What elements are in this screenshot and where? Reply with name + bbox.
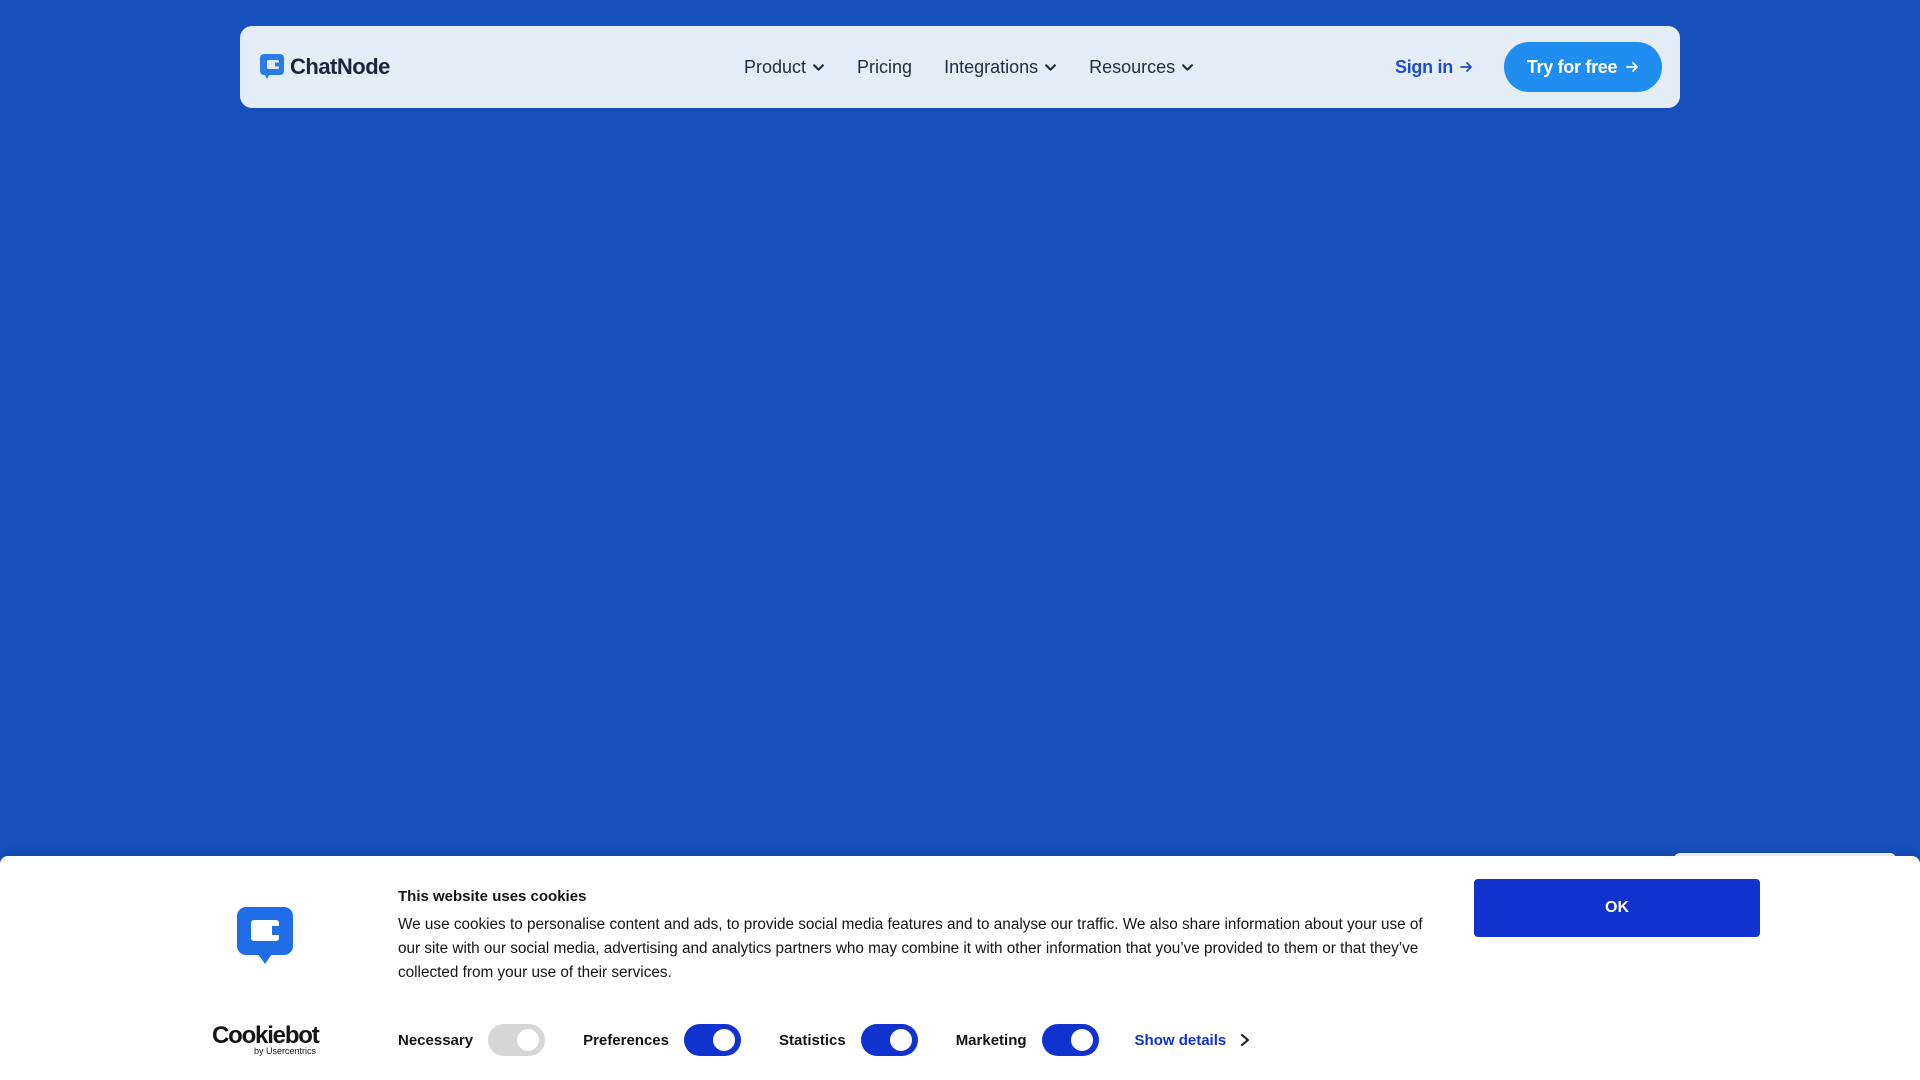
arrow-right-icon xyxy=(1626,62,1639,72)
toggle-label: Marketing xyxy=(955,1031,1027,1049)
toggle-statistics: Statistics xyxy=(779,1024,918,1056)
cookiebot-logo: Cookiebot by Usercentrics xyxy=(212,1024,322,1064)
toggle-preferences: Preferences xyxy=(583,1024,741,1056)
switch-knob xyxy=(517,1029,540,1051)
logo-text: ChatNode xyxy=(290,54,390,79)
toggle-label: Preferences xyxy=(583,1031,669,1049)
ok-label: OK xyxy=(1605,899,1629,916)
sign-in-label: Sign in xyxy=(1395,56,1453,77)
toggle-label: Statistics xyxy=(778,1031,846,1049)
preferences-switch[interactable] xyxy=(683,1024,741,1056)
toggle-label: Necessary xyxy=(398,1031,474,1049)
necessary-switch xyxy=(488,1024,546,1056)
chevron-down-icon xyxy=(1045,63,1057,71)
switch-knob xyxy=(889,1029,912,1051)
site-header: ChatNode Product Pricing Integrations Re… xyxy=(240,26,1680,108)
nav-item-pricing[interactable]: Pricing xyxy=(857,57,912,78)
main-nav: Product Pricing Integrations Resources xyxy=(744,26,1226,108)
try-for-free-label: Try for free xyxy=(1526,56,1618,77)
chatnode-logo-icon xyxy=(260,54,284,79)
nav-item-product[interactable]: Product xyxy=(744,57,825,78)
cookie-banner-title: This website uses cookies xyxy=(398,888,587,905)
cookie-banner-text: We use cookies to personalise content an… xyxy=(398,916,1423,981)
chevron-right-icon xyxy=(1241,1034,1250,1046)
sign-in-link[interactable]: Sign in xyxy=(1395,26,1473,108)
statistics-switch[interactable] xyxy=(860,1024,918,1056)
nav-item-label: Pricing xyxy=(857,56,913,77)
switch-knob xyxy=(712,1029,735,1051)
try-for-free-button[interactable]: Try for free xyxy=(1504,42,1662,92)
show-details-link[interactable]: Show details xyxy=(1135,1032,1251,1049)
chevron-down-icon xyxy=(813,63,824,71)
arrow-right-icon xyxy=(1460,62,1472,72)
switch-knob xyxy=(1070,1029,1093,1051)
show-details-label: Show details xyxy=(1134,1031,1227,1049)
toggle-necessary: Necessary xyxy=(398,1024,546,1056)
cookiebot-name: Cookiebot xyxy=(212,1022,320,1049)
chatnode-badge-icon xyxy=(237,907,293,964)
marketing-switch[interactable] xyxy=(1041,1024,1099,1056)
nav-item-integrations[interactable]: Integrations xyxy=(944,57,1057,78)
chatnode-logo[interactable]: ChatNode xyxy=(259,26,390,108)
toggle-marketing: Marketing xyxy=(956,1024,1099,1056)
nav-item-label: Product xyxy=(744,56,807,77)
nav-item-resources[interactable]: Resources xyxy=(1089,57,1194,78)
chevron-down-icon xyxy=(1182,63,1194,71)
consent-toggles: Necessary Preferences Statistics Marketi… xyxy=(398,1024,1250,1056)
ok-button[interactable]: OK xyxy=(1474,879,1760,937)
nav-item-label: Integrations xyxy=(944,56,1039,77)
cookie-consent-banner: Cookiebot by Usercentrics This website u… xyxy=(0,856,1920,1080)
nav-item-label: Resources xyxy=(1089,56,1176,77)
